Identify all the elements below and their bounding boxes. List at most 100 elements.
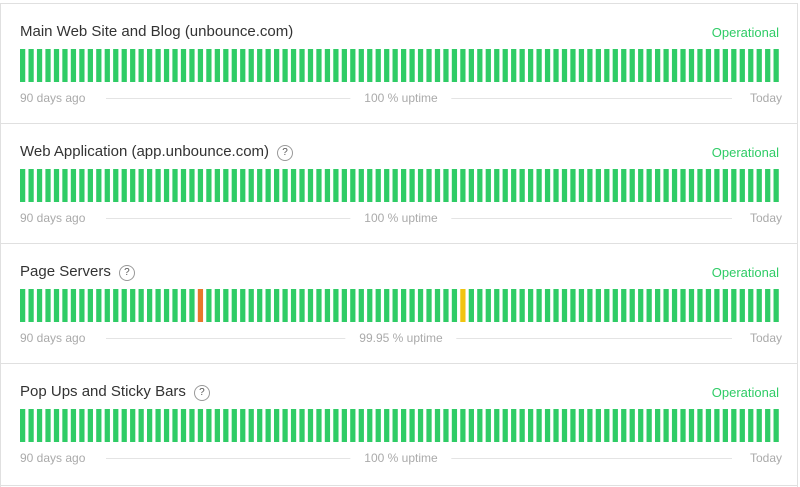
uptime-day-bar[interactable] xyxy=(172,289,178,322)
uptime-day-bar[interactable] xyxy=(96,169,102,202)
uptime-day-bar[interactable] xyxy=(604,409,610,442)
uptime-day-bar[interactable] xyxy=(443,169,449,202)
uptime-day-bar[interactable] xyxy=(121,289,127,322)
uptime-day-bar[interactable] xyxy=(451,169,458,202)
uptime-day-bar[interactable] xyxy=(223,169,229,202)
uptime-day-bar[interactable] xyxy=(671,289,678,322)
uptime-day-bar[interactable] xyxy=(417,49,424,82)
uptime-day-bar[interactable] xyxy=(587,49,593,82)
uptime-bar-chart[interactable] xyxy=(20,169,782,202)
uptime-day-bar[interactable] xyxy=(528,409,534,442)
uptime-day-bar[interactable] xyxy=(367,409,373,442)
uptime-day-bar[interactable] xyxy=(257,49,263,82)
uptime-day-bar[interactable] xyxy=(629,49,635,82)
uptime-day-bar[interactable] xyxy=(248,289,254,322)
uptime-day-bar[interactable] xyxy=(70,409,77,442)
uptime-bar-chart[interactable] xyxy=(20,409,782,442)
uptime-day-bar[interactable] xyxy=(705,169,712,202)
uptime-day-bar[interactable] xyxy=(646,409,652,442)
uptime-day-bar[interactable] xyxy=(705,409,712,442)
uptime-day-bar[interactable] xyxy=(231,169,237,202)
uptime-day-bar[interactable] xyxy=(629,409,635,442)
uptime-day-bar[interactable] xyxy=(223,49,229,82)
uptime-day-bar[interactable] xyxy=(350,409,356,442)
uptime-day-bar[interactable] xyxy=(638,49,644,82)
uptime-day-bar[interactable] xyxy=(163,289,170,322)
uptime-day-bar[interactable] xyxy=(62,49,68,82)
uptime-day-bar[interactable] xyxy=(375,49,381,82)
uptime-day-bar[interactable] xyxy=(341,49,347,82)
uptime-day-bar[interactable] xyxy=(155,49,161,82)
uptime-day-bar[interactable] xyxy=(765,169,771,202)
uptime-day-bar[interactable] xyxy=(206,289,212,322)
uptime-day-bar[interactable] xyxy=(468,49,474,82)
uptime-day-bar[interactable] xyxy=(70,49,77,82)
uptime-day-bar[interactable] xyxy=(502,289,508,322)
uptime-day-bar[interactable] xyxy=(629,289,635,322)
uptime-day-bar[interactable] xyxy=(350,289,356,322)
uptime-day-bar[interactable] xyxy=(765,49,771,82)
uptime-day-bar[interactable] xyxy=(341,289,347,322)
uptime-day-bar[interactable] xyxy=(401,289,407,322)
uptime-bar-chart[interactable] xyxy=(20,289,782,322)
uptime-day-bar[interactable] xyxy=(451,409,458,442)
uptime-day-bar[interactable] xyxy=(578,289,585,322)
help-icon[interactable]: ? xyxy=(193,385,210,401)
uptime-day-bar[interactable] xyxy=(502,169,508,202)
uptime-day-bar[interactable] xyxy=(231,289,237,322)
uptime-day-bar[interactable] xyxy=(248,49,254,82)
uptime-day-bar[interactable] xyxy=(688,289,695,322)
uptime-day-bar[interactable] xyxy=(553,49,559,82)
uptime-day-bar[interactable] xyxy=(138,409,144,442)
uptime-day-bar-major[interactable] xyxy=(197,289,204,322)
uptime-day-bar[interactable] xyxy=(307,409,314,442)
uptime-day-bar[interactable] xyxy=(214,169,220,202)
uptime-day-bar[interactable] xyxy=(257,169,263,202)
uptime-day-bar[interactable] xyxy=(113,49,119,82)
uptime-day-bar[interactable] xyxy=(70,169,77,202)
uptime-day-bar[interactable] xyxy=(189,289,195,322)
uptime-day-bar[interactable] xyxy=(341,409,347,442)
uptime-day-bar[interactable] xyxy=(477,49,483,82)
uptime-day-bar[interactable] xyxy=(257,289,263,322)
uptime-day-bar[interactable] xyxy=(324,409,331,442)
uptime-day-bar[interactable] xyxy=(367,49,373,82)
uptime-day-bar[interactable] xyxy=(189,169,195,202)
uptime-day-bar[interactable] xyxy=(197,409,204,442)
uptime-day-bar[interactable] xyxy=(87,49,93,82)
uptime-day-bar[interactable] xyxy=(409,169,415,202)
uptime-day-bar[interactable] xyxy=(172,49,178,82)
uptime-day-bar[interactable] xyxy=(290,409,297,442)
uptime-day-bar[interactable] xyxy=(494,409,500,442)
uptime-day-bar[interactable] xyxy=(536,409,542,442)
uptime-day-bar[interactable] xyxy=(544,49,551,82)
uptime-day-bar[interactable] xyxy=(130,49,136,82)
uptime-day-bar[interactable] xyxy=(214,49,220,82)
uptime-day-bar[interactable] xyxy=(307,49,314,82)
uptime-day-bar[interactable] xyxy=(544,409,551,442)
uptime-day-bar[interactable] xyxy=(240,49,246,82)
uptime-day-bar[interactable] xyxy=(680,49,686,82)
uptime-day-bar[interactable] xyxy=(20,49,26,82)
uptime-day-bar[interactable] xyxy=(680,169,686,202)
uptime-day-bar[interactable] xyxy=(663,169,669,202)
uptime-day-bar[interactable] xyxy=(231,49,237,82)
uptime-day-bar[interactable] xyxy=(358,409,364,442)
uptime-day-bar[interactable] xyxy=(409,289,415,322)
uptime-day-bar[interactable] xyxy=(519,169,525,202)
uptime-day-bar[interactable] xyxy=(739,49,745,82)
uptime-day-bar[interactable] xyxy=(206,169,212,202)
uptime-day-bar[interactable] xyxy=(756,409,762,442)
uptime-day-bar[interactable] xyxy=(274,289,280,322)
uptime-day-bar[interactable] xyxy=(392,169,398,202)
uptime-day-bar[interactable] xyxy=(45,289,51,322)
uptime-day-bar[interactable] xyxy=(655,289,661,322)
uptime-day-bar[interactable] xyxy=(697,409,703,442)
uptime-day-bar[interactable] xyxy=(731,289,737,322)
uptime-day-bar[interactable] xyxy=(553,409,559,442)
uptime-day-bar[interactable] xyxy=(375,169,381,202)
uptime-day-bar[interactable] xyxy=(578,169,585,202)
uptime-bar-chart[interactable] xyxy=(20,49,782,82)
uptime-day-bar[interactable] xyxy=(240,409,246,442)
uptime-day-bar[interactable] xyxy=(528,49,534,82)
